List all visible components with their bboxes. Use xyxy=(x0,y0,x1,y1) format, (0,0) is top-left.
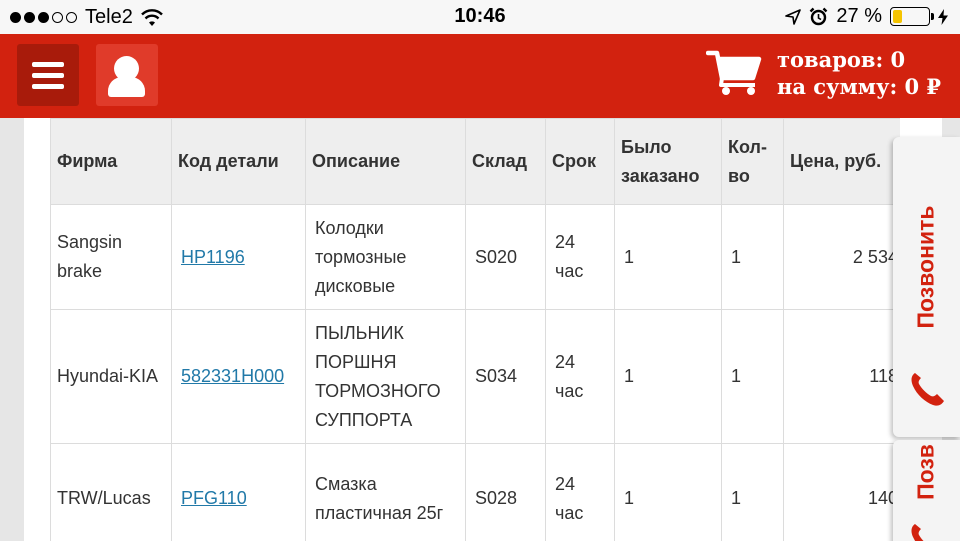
cell-price: 118,00 xyxy=(783,309,900,444)
status-bar: Tele2 10:46 27 % xyxy=(0,0,960,34)
charging-bolt-icon xyxy=(938,8,948,25)
column-header-term: Срок xyxy=(545,118,615,205)
column-header-firm: Фирма xyxy=(50,118,172,205)
cell-ordered: 1 xyxy=(614,443,722,541)
cell-price: 140,00 xyxy=(783,443,900,541)
column-header-warehouse: Склад xyxy=(465,118,546,205)
phone-icon xyxy=(911,373,944,406)
battery-percent: 27 % xyxy=(836,5,882,27)
table-header-row: Фирма Код детали Описание Склад Срок Был… xyxy=(50,118,900,205)
table-row: Sangsin brake HP1196 Колодки тормозные д… xyxy=(50,204,900,310)
hamburger-icon xyxy=(32,61,64,67)
cell-warehouse: S020 xyxy=(465,204,546,310)
location-arrow-icon xyxy=(785,8,802,25)
call-back-label-partial: Позв xyxy=(912,444,939,500)
cell-part-code: PFG110 xyxy=(171,443,306,541)
cart-total-sum: на сумму: 0 ₽ xyxy=(777,74,942,99)
cell-part-code: HP1196 xyxy=(171,204,306,310)
cell-quantity: 1 xyxy=(721,309,784,444)
part-code-link[interactable]: HP1196 xyxy=(181,247,245,267)
cart-icon[interactable] xyxy=(706,48,762,96)
phone-icon xyxy=(911,524,924,541)
column-header-price: Цена, руб. xyxy=(783,118,900,205)
table-row: Hyundai-KIA 582331H000 ПЫЛЬНИК ПОРШНЯ ТО… xyxy=(50,309,900,444)
cell-ordered: 1 xyxy=(614,204,722,310)
column-header-ordered: Было заказано xyxy=(614,118,722,205)
cell-description: ПЫЛЬНИК ПОРШНЯ ТОРМОЗНОГО СУППОРТА xyxy=(305,309,466,444)
cell-part-code: 582331H000 xyxy=(171,309,306,444)
cell-warehouse: S034 xyxy=(465,309,546,444)
column-header-part-code: Код детали xyxy=(171,118,306,205)
call-back-tab[interactable]: Позвонить xyxy=(893,137,960,437)
site-header: товаров: 0 на сумму: 0 ₽ xyxy=(0,34,960,118)
orders-table: Фирма Код детали Описание Склад Срок Был… xyxy=(50,118,900,541)
cell-term: 24 час xyxy=(545,309,615,444)
cell-quantity: 1 xyxy=(721,443,784,541)
alarm-icon xyxy=(810,7,828,26)
cell-description: Колодки тормозные дисковые xyxy=(305,204,466,310)
call-back-label: Позвонить xyxy=(912,205,939,329)
part-code-link[interactable]: 582331H000 xyxy=(181,366,284,386)
status-right: 27 % xyxy=(785,5,948,28)
cell-description: Смазка пластичная 25г xyxy=(305,443,466,541)
main-content: Фирма Код детали Описание Склад Срок Был… xyxy=(0,118,960,541)
cell-firm: Sangsin brake xyxy=(50,204,172,310)
cell-quantity: 1 xyxy=(721,204,784,310)
cell-term: 24 час xyxy=(545,443,615,541)
part-code-link[interactable]: PFG110 xyxy=(181,488,247,508)
cell-term: 24 час xyxy=(545,204,615,310)
battery-level xyxy=(893,10,903,23)
cell-ordered: 1 xyxy=(614,309,722,444)
menu-button[interactable] xyxy=(17,44,79,106)
orders-table-wrapper[interactable]: Фирма Код детали Описание Склад Срок Был… xyxy=(50,118,900,541)
cell-firm: TRW/Lucas xyxy=(50,443,172,541)
cell-firm: Hyundai-KIA xyxy=(50,309,172,444)
cart-summary[interactable]: товаров: 0 на сумму: 0 ₽ xyxy=(777,46,941,100)
column-header-description: Описание xyxy=(305,118,466,205)
column-header-quantity: Кол-во xyxy=(721,118,784,205)
battery-icon xyxy=(890,7,934,26)
table-row: TRW/Lucas PFG110 Смазка пластичная 25г S… xyxy=(50,443,900,541)
cell-price: 2 534,00 xyxy=(783,204,900,310)
call-back-tab-secondary[interactable]: Позв xyxy=(893,440,960,541)
user-button[interactable] xyxy=(96,44,158,106)
cart-items-count: товаров: 0 xyxy=(777,47,906,72)
cell-warehouse: S028 xyxy=(465,443,546,541)
